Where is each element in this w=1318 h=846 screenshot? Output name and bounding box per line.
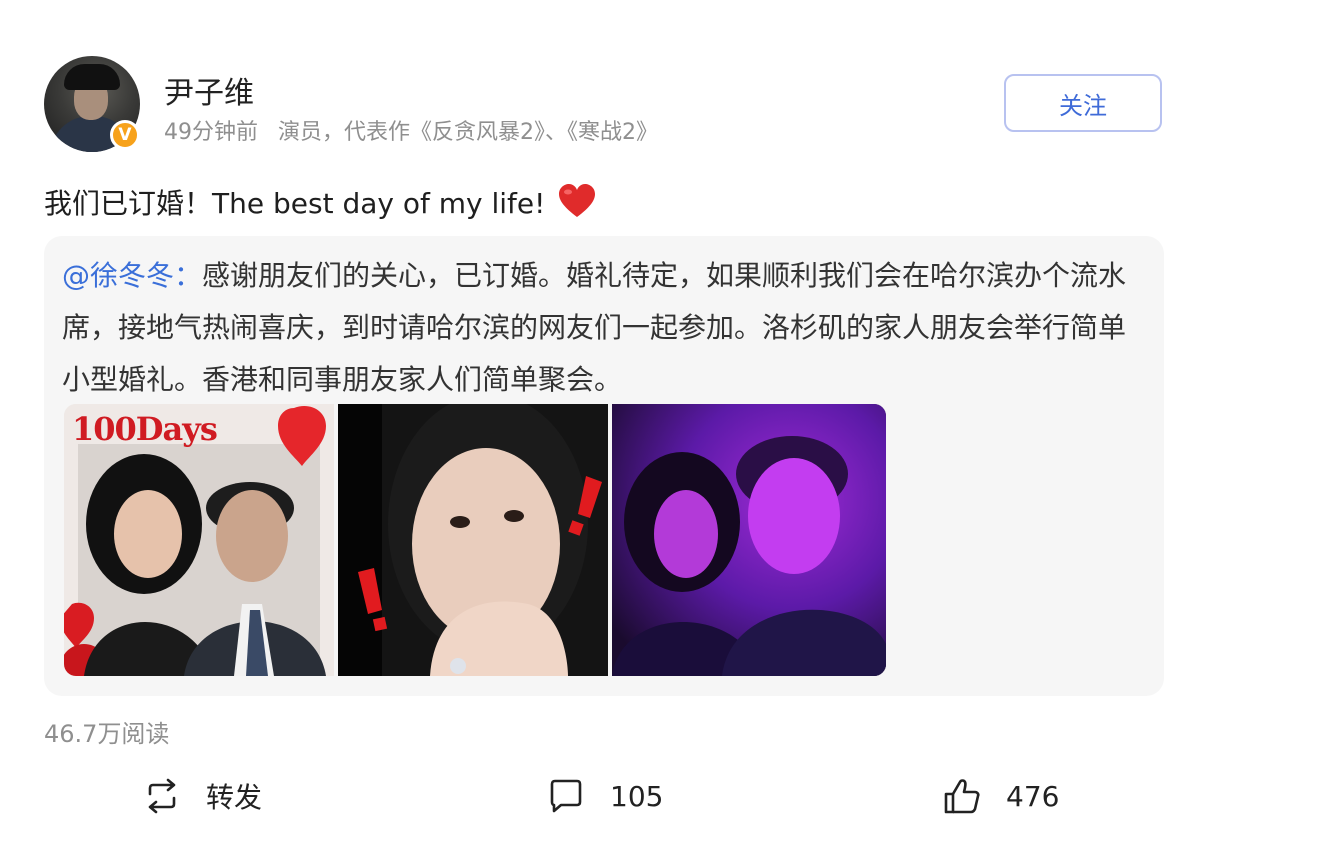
post-time[interactable]: 49分钟前 [164, 120, 258, 145]
repost-label: 转发 [206, 781, 263, 814]
author-description: 演员，代表作《反贪风暴2》、《寒战2》 [278, 120, 658, 145]
repost-card[interactable]: @徐冬冬：感谢朋友们的关心，已订婚。婚礼待定，如果顺利我们会在哈尔滨办个流水席，… [44, 236, 1164, 696]
repost-text-content: 感谢朋友们的关心，已订婚。婚礼待定，如果顺利我们会在哈尔滨办个流水席，接地气热闹… [62, 259, 1127, 396]
read-count: 46.7万阅读 [44, 720, 170, 748]
comment-button[interactable]: 105 [546, 772, 663, 820]
avatar[interactable]: V [44, 56, 140, 152]
follow-button[interactable]: 关注 [1004, 74, 1162, 132]
hundred-days-overlay: 100Days [72, 410, 218, 448]
username[interactable]: 尹子维 [164, 68, 254, 112]
repost-text: @徐冬冬：感谢朋友们的关心，已订婚。婚礼待定，如果顺利我们会在哈尔滨办个流水席，… [62, 250, 1152, 406]
post-meta: 49分钟前 演员，代表作《反贪风暴2》、《寒战2》 [164, 114, 658, 146]
comment-icon [550, 779, 582, 813]
post-text: 我们已订婚！The best day of my life! [44, 182, 597, 222]
comment-count: 105 [610, 779, 664, 813]
mention-link[interactable]: @徐冬冬 [62, 259, 174, 292]
repost-button[interactable]: 转发 [142, 772, 262, 820]
repost-icon [148, 778, 176, 814]
mention-separator: ： [174, 259, 203, 292]
like-count: 476 [1006, 779, 1060, 813]
verified-v-icon: V [110, 120, 140, 150]
repost-image-3[interactable] [612, 404, 886, 676]
like-icon [944, 779, 980, 814]
repost-image-1[interactable]: 100Days [64, 404, 334, 676]
post-text-content: 我们已订婚！The best day of my life! [44, 187, 546, 220]
repost-image-2[interactable] [338, 404, 608, 676]
like-button[interactable]: 476 [942, 772, 1059, 820]
heart-emoji [559, 184, 596, 217]
